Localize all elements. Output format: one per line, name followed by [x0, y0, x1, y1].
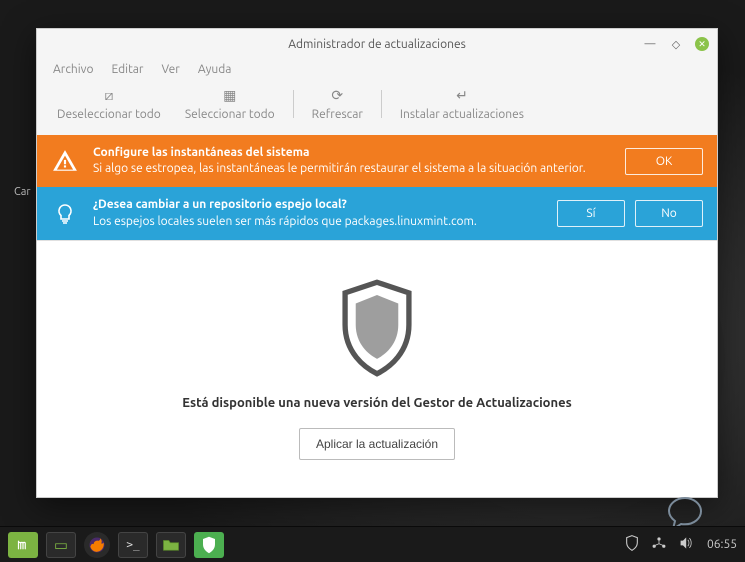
mirror-banner-title: ¿Desea cambiar a un repositorio espejo l… [93, 197, 543, 213]
titlebar[interactable]: Administrador de actualizaciones — ◇ ✕ [37, 29, 717, 59]
update-available-message: Está disponible una nueva versión del Ge… [182, 396, 572, 410]
toolbar-separator [293, 90, 294, 118]
menu-archivo[interactable]: Archivo [53, 63, 94, 76]
install-updates-button[interactable]: ↵ Instalar actualizaciones [388, 86, 536, 121]
deselect-icon: ⧄ [104, 86, 113, 104]
system-tray: 06:55 [625, 535, 737, 554]
menu-editar[interactable]: Editar [112, 63, 144, 76]
deselect-all-button[interactable]: ⧄ Deseleccionar todo [45, 86, 173, 121]
menu-ayuda[interactable]: Ayuda [198, 63, 232, 76]
toolbar: ⧄ Deseleccionar todo ▦ Seleccionar todo … [37, 82, 717, 135]
files-launcher[interactable] [156, 532, 186, 558]
deselect-label: Deseleccionar todo [57, 108, 161, 121]
mirror-banner-body: Los espejos locales suelen ser más rápid… [93, 214, 543, 230]
menu-ver[interactable]: Ver [161, 63, 179, 76]
maximize-button[interactable]: ◇ [669, 37, 683, 51]
refresh-button[interactable]: ⟳ Refrescar [300, 86, 375, 121]
refresh-label: Refrescar [312, 108, 363, 121]
network-icon[interactable] [651, 536, 667, 553]
snapshot-banner-body: Si algo se estropea, las instantáneas le… [93, 161, 611, 177]
warning-icon [51, 147, 79, 175]
mirror-yes-button[interactable]: Sí [557, 200, 625, 227]
tray-shield-icon[interactable] [625, 535, 639, 554]
install-label: Instalar actualizaciones [400, 108, 524, 121]
snapshot-banner-title: Configure las instantáneas del sistema [93, 145, 611, 161]
shield-icon [334, 278, 420, 378]
content-area: Está disponible una nueva versión del Ge… [37, 240, 717, 497]
update-manager-taskbar[interactable] [194, 532, 224, 558]
toolbar-separator [381, 90, 382, 118]
apply-update-button[interactable]: Aplicar la actualización [299, 428, 455, 460]
menubar: Archivo Editar Ver Ayuda [37, 59, 717, 82]
clock[interactable]: 06:55 [707, 538, 737, 551]
firefox-launcher[interactable] [84, 532, 110, 558]
minimize-button[interactable]: — [643, 37, 657, 51]
close-button[interactable]: ✕ [695, 37, 709, 51]
lightbulb-icon [51, 200, 79, 228]
select-label: Seleccionar todo [185, 108, 275, 121]
mirror-no-button[interactable]: No [635, 200, 703, 227]
mirror-banner: ¿Desea cambiar a un repositorio espejo l… [37, 187, 717, 239]
window-title: Administrador de actualizaciones [37, 38, 717, 51]
volume-icon[interactable] [679, 536, 695, 553]
select-all-button[interactable]: ▦ Seleccionar todo [173, 86, 287, 121]
install-icon: ↵ [456, 86, 468, 104]
snapshot-banner: Configure las instantáneas del sistema S… [37, 135, 717, 187]
terminal-launcher[interactable]: >_ [118, 532, 148, 558]
refresh-icon: ⟳ [331, 86, 343, 104]
select-icon: ▦ [223, 86, 236, 104]
update-manager-window: Administrador de actualizaciones — ◇ ✕ A… [36, 28, 718, 498]
show-desktop-button[interactable]: ▭ [46, 532, 76, 558]
taskbar: ▭ >_ 06:55 [0, 526, 745, 562]
start-menu-button[interactable] [8, 532, 38, 558]
desktop-icon-label: Car [14, 186, 31, 198]
snapshot-ok-button[interactable]: OK [625, 148, 703, 175]
